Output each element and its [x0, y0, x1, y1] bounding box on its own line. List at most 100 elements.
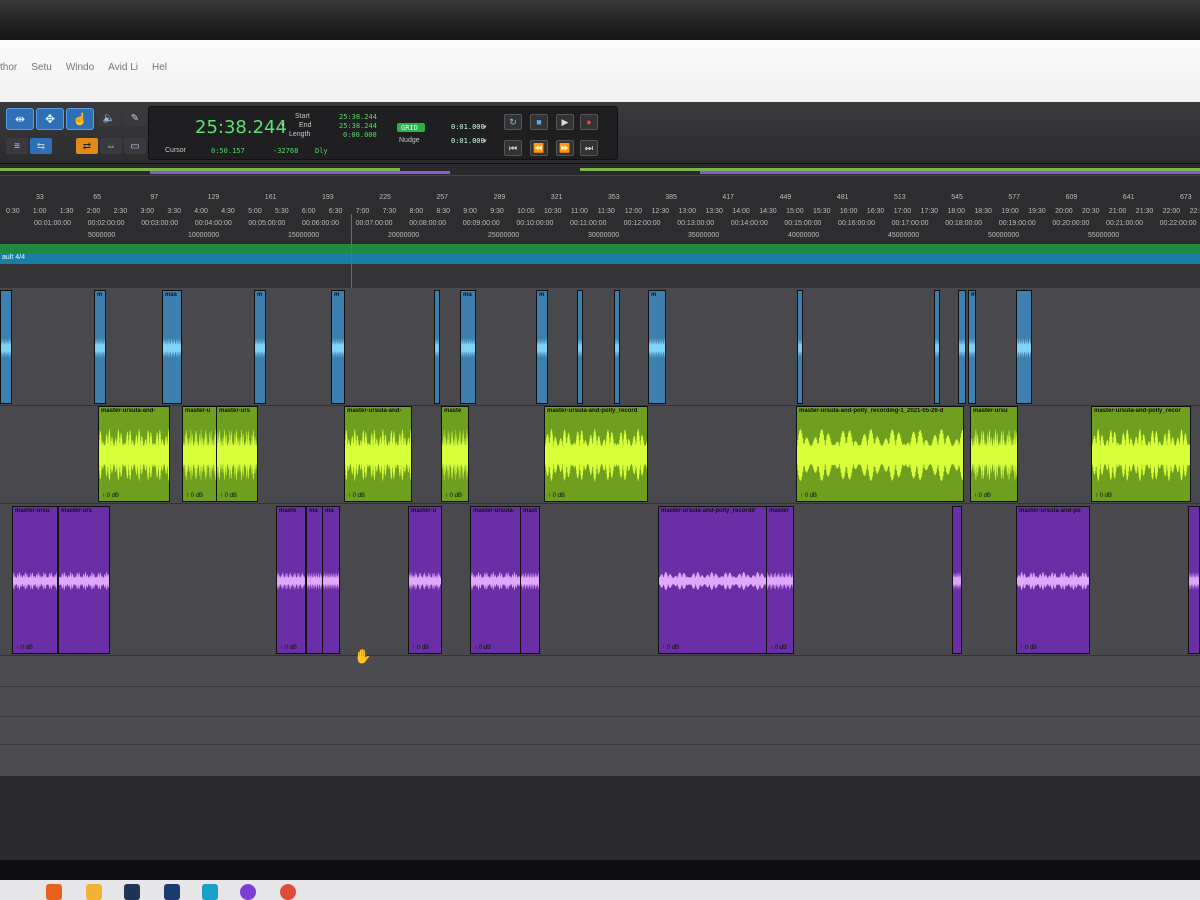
pencil-tool-button[interactable]: ✎	[124, 110, 146, 126]
blue-audio-clip[interactable]: mas	[162, 290, 182, 404]
bars-beats-ruler[interactable]: 33 65 97 129 161 193 225 257 289 321 353 385 417 449 4…	[0, 194, 1200, 208]
menu-item-help[interactable]: Hel	[152, 62, 167, 73]
green-audio-clip[interactable]: master-ursula-and-polly_recording-1_2021…	[796, 406, 964, 502]
markers-ruler[interactable]	[0, 264, 1200, 288]
trim-tool-button[interactable]: ⇹	[6, 108, 34, 130]
clip-gain[interactable]: ↑ 0 dB	[220, 493, 237, 499]
meter-ruler[interactable]	[0, 253, 1200, 264]
purple-audio-clip[interactable]: master-ursula-and-polly_recordir ↑ 0 dB	[658, 506, 768, 654]
zoom-toggle-button[interactable]: ≡	[6, 138, 28, 154]
session-overview[interactable]	[0, 164, 1200, 176]
clip-gain[interactable]: ↑ 0 dB	[412, 645, 429, 651]
window-icon-button[interactable]: ▭	[124, 138, 146, 154]
counter-dropdown-icon[interactable]: ▾	[281, 121, 285, 129]
blue-audio-clip[interactable]	[0, 290, 12, 404]
green-audio-clip[interactable]: master-ursu ↑ 0 dB	[970, 406, 1018, 502]
clip-gain[interactable]: ↑ 0 dB	[1095, 493, 1112, 499]
green-audio-clip[interactable]: master-urs ↑ 0 dB	[216, 406, 258, 502]
track-lane-purple[interactable]: master-ursu ↑ 0 dB master-urs maste ↑ 0 dB ma…	[0, 504, 1200, 656]
record-button[interactable]: ●	[580, 114, 598, 130]
clip-gain[interactable]: ↑ 0 dB	[800, 493, 817, 499]
taskbar-app-icon[interactable]	[124, 884, 140, 900]
taskbar-app-icon[interactable]	[202, 884, 218, 900]
speaker-tool-button[interactable]: 🔈	[98, 110, 120, 126]
clip-gain[interactable]: ↑ 0 dB	[280, 645, 297, 651]
blue-audio-clip[interactable]: m	[331, 290, 345, 404]
purple-audio-clip[interactable]: master-u ↑ 0 dB	[408, 506, 442, 654]
play-button[interactable]: ▶	[556, 114, 574, 130]
blue-audio-clip[interactable]: m	[254, 290, 266, 404]
purple-audio-clip[interactable]: master-urs	[58, 506, 110, 654]
purple-audio-clip[interactable]: mast	[520, 506, 540, 654]
taskbar-app-icon[interactable]	[240, 884, 256, 900]
menu-item-setup[interactable]: Setu	[31, 62, 52, 73]
blue-audio-clip[interactable]: m	[536, 290, 548, 404]
mirror-midi-button[interactable]: ⇔	[100, 138, 122, 154]
green-audio-clip[interactable]: master-ursula-and- ↑ 0 dB	[98, 406, 170, 502]
purple-audio-clip[interactable]: maste ↑ 0 dB	[276, 506, 306, 654]
clip-gain[interactable]: ↑ 0 dB	[662, 645, 679, 651]
fast-forward-button[interactable]: ⏩	[556, 140, 574, 156]
clip-gain[interactable]: ↑ 0 dB	[974, 493, 991, 499]
clip-gain[interactable]: ↑ 0 dB	[445, 493, 462, 499]
start-value[interactable]: 25:38.244	[339, 113, 377, 121]
clip-gain[interactable]: ↑ 0 dB	[1020, 645, 1037, 651]
blue-audio-clip[interactable]: m	[648, 290, 666, 404]
link-toggle-button[interactable]: ⇆	[30, 138, 52, 154]
clip-gain[interactable]: ↑ 0 dB	[186, 493, 203, 499]
blue-audio-clip[interactable]	[797, 290, 803, 404]
grid-value[interactable]: 0:01.000	[451, 123, 485, 131]
blue-audio-clip[interactable]	[958, 290, 966, 404]
menu-item-window[interactable]: Windo	[66, 62, 94, 73]
menu-item-avid-link[interactable]: Avid Li	[108, 62, 138, 73]
nudge-value[interactable]: 0:01.000	[451, 137, 485, 145]
blue-audio-clip[interactable]	[577, 290, 583, 404]
rewind-button[interactable]: ⏪	[530, 140, 548, 156]
blue-audio-clip[interactable]: ma	[460, 290, 476, 404]
blue-audio-clip[interactable]	[614, 290, 620, 404]
blue-audio-clip[interactable]	[1016, 290, 1032, 404]
taskbar-app-icon[interactable]	[164, 884, 180, 900]
end-value[interactable]: 25:38.244	[339, 122, 377, 130]
purple-audio-clip[interactable]	[1188, 506, 1200, 654]
main-counter[interactable]: 25:38.244	[195, 117, 287, 138]
blue-audio-clip[interactable]	[934, 290, 940, 404]
purple-audio-clip[interactable]	[952, 506, 962, 654]
length-value[interactable]: 0:00.000	[343, 131, 377, 139]
green-audio-clip[interactable]: master-ursula-and- ↑ 0 dB	[344, 406, 412, 502]
clip-gain[interactable]: ↑ 0 dB	[474, 645, 491, 651]
blue-audio-clip[interactable]	[434, 290, 440, 404]
track-lane-blue[interactable]: m mas m m ma m m m	[0, 288, 1200, 406]
selector-tool-button[interactable]: ✥	[36, 108, 64, 130]
purple-audio-clip[interactable]: master-ursula-and-po ↑ 0 dB	[1016, 506, 1090, 654]
return-to-zero-button[interactable]: ⏮	[504, 140, 522, 156]
green-audio-clip[interactable]: master-ursula-and-polly_recor ↑ 0 dB	[1091, 406, 1191, 502]
blue-audio-clip[interactable]: m	[968, 290, 976, 404]
blue-audio-clip[interactable]: m	[94, 290, 106, 404]
green-audio-clip[interactable]: maste ↑ 0 dB	[441, 406, 469, 502]
green-audio-clip[interactable]: master-u ↑ 0 dB	[182, 406, 218, 502]
taskbar-chrome-icon[interactable]	[280, 884, 296, 900]
purple-audio-clip[interactable]: master-ursula- ↑ 0 dB	[470, 506, 522, 654]
track-lane-green[interactable]: master-ursula-and- ↑ 0 dB master-u ↑ 0 dB ma…	[0, 406, 1200, 504]
taskbar-app-icon[interactable]	[46, 884, 62, 900]
timeline-rulers[interactable]: 33 65 97 129 161 193 225 257 289 321 353 385 417 449 4…	[0, 176, 1200, 244]
stop-button[interactable]: ■	[530, 114, 548, 130]
purple-audio-clip[interactable]: master ↑ 0 dB	[766, 506, 794, 654]
loop-button[interactable]: ↻	[504, 114, 522, 130]
clip-gain[interactable]: ↑ 0 dB	[770, 645, 787, 651]
clip-gain[interactable]: ↑ 0 dB	[348, 493, 365, 499]
clip-gain[interactable]: ↑ 0 dB	[102, 493, 119, 499]
green-audio-clip[interactable]: master-ursula-and-polly_record ↑ 0 dB	[544, 406, 648, 502]
clip-gain[interactable]: ↑ 0 dB	[548, 493, 565, 499]
grabber-tool-button[interactable]: ☝	[66, 108, 94, 130]
nudge-dropdown-icon[interactable]: ▾	[483, 137, 487, 145]
tab-to-transient-button[interactable]: ⇄	[76, 138, 98, 154]
go-to-end-button[interactable]: ⏭	[580, 140, 598, 156]
empty-track-lanes[interactable]	[0, 656, 1200, 776]
clip-gain[interactable]: ↑ 0 dB	[16, 645, 33, 651]
taskbar-folder-icon[interactable]	[86, 884, 102, 900]
grid-indicator[interactable]: GRID	[397, 123, 425, 132]
purple-audio-clip[interactable]: master-ursu ↑ 0 dB	[12, 506, 58, 654]
tempo-ruler[interactable]	[0, 244, 1200, 253]
